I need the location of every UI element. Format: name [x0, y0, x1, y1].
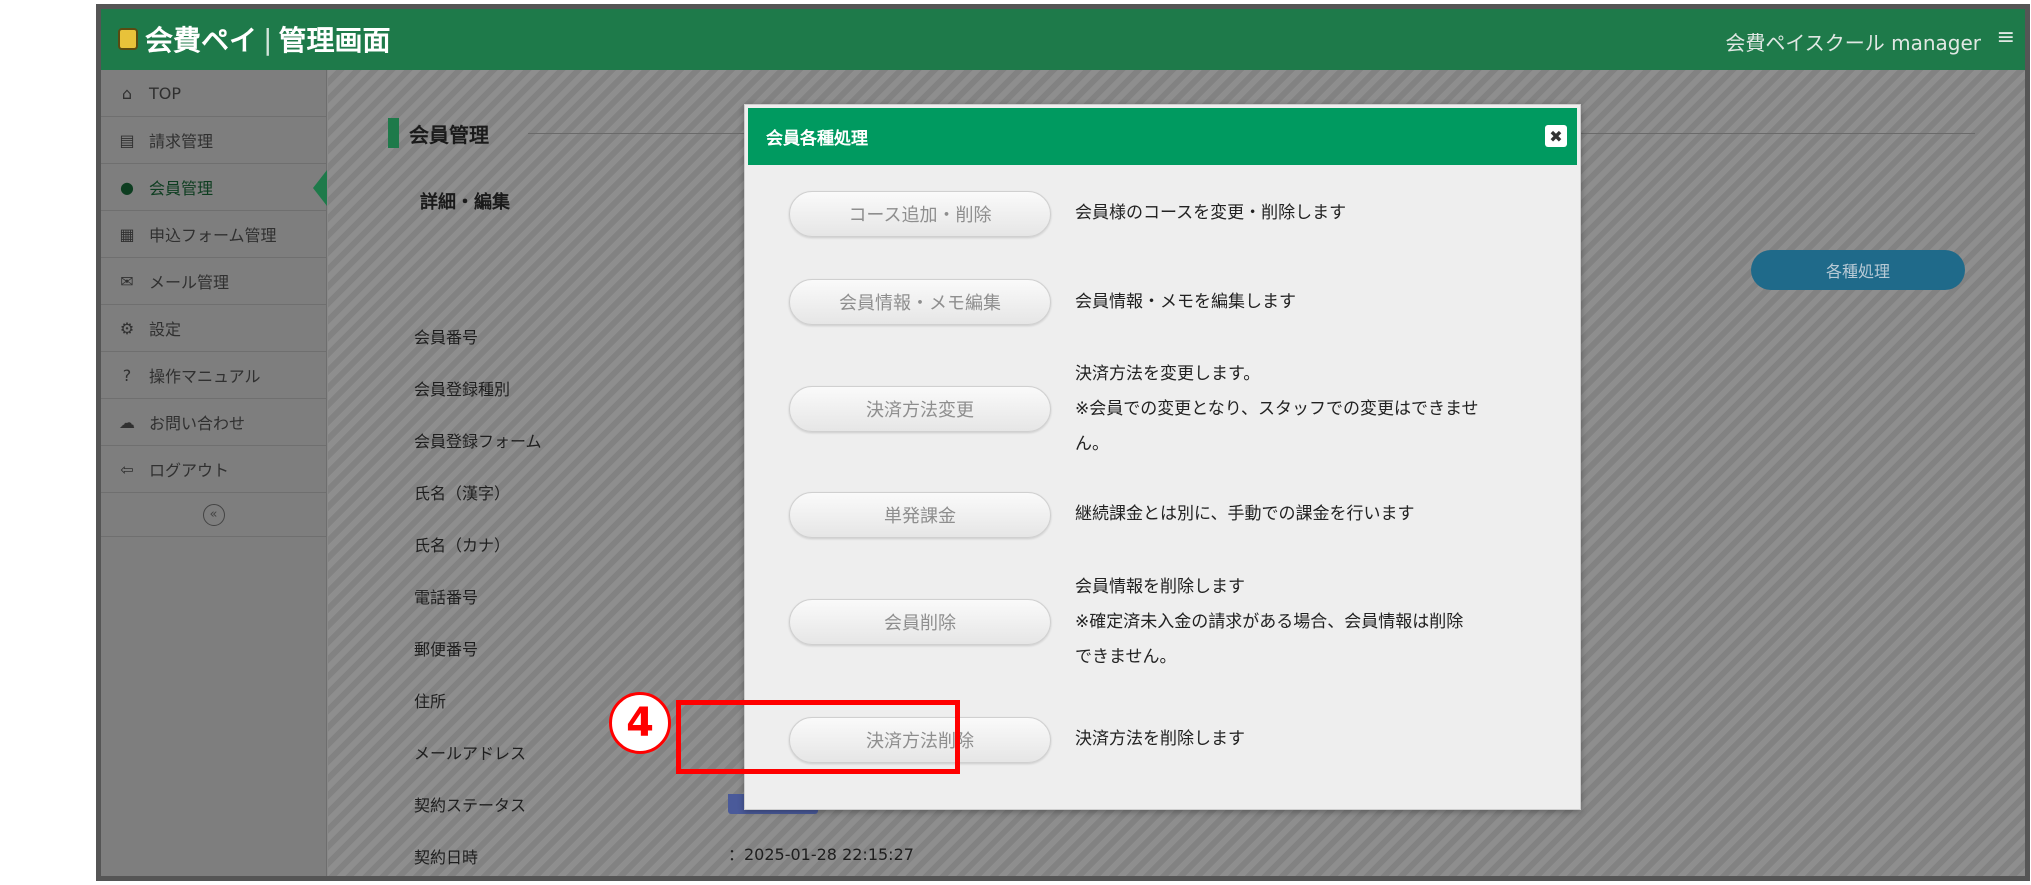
modal-title: 会員各種処理 [766, 129, 868, 149]
mascot-icon [115, 24, 141, 54]
app-logo[interactable]: 会費ペイ | 管理画面 [115, 19, 390, 59]
logo-section: 管理画面 [278, 24, 391, 57]
field-label: 会員登録フォーム [414, 432, 542, 451]
top-header: 会費ペイ | 管理画面 会費ペイスクール manager ≡ [101, 9, 2025, 70]
user-icon: ● [120, 177, 134, 197]
page-title-text: 会員管理 [409, 122, 489, 147]
sidebar-item-top[interactable]: ⌂ TOP [101, 70, 326, 117]
field-label: 会員登録種別 [414, 380, 511, 399]
modal-header: 会員各種処理 ✖ [748, 108, 1577, 165]
user-menu[interactable]: 会費ペイスクール manager [1725, 27, 1981, 56]
field-label: 電話番号 [414, 588, 479, 607]
sidebar-item-forms[interactable]: ▦ 申込フォーム管理 [101, 211, 326, 258]
sidebar-item-contact[interactable]: ☁ お問い合わせ [101, 399, 326, 446]
logo-brand: 会費ペイ [145, 24, 258, 57]
action-description: 決済方法を変更します。 ※会員での変更となり、スタッフでの変更はできませ ん。 [1075, 364, 1479, 454]
gears-icon: ⚙ [119, 318, 135, 338]
field-label: 会員番号 [414, 328, 479, 347]
collapse-chevron-icon[interactable]: « [202, 503, 225, 526]
course-edit-button[interactable]: コース追加・削除 [789, 191, 1051, 237]
question-circle-icon: ? [122, 365, 132, 385]
field-label: 氏名（漢字） [414, 484, 511, 503]
action-description: 会員様のコースを変更・削除します [1075, 203, 1347, 223]
sidebar-item-billing[interactable]: ▤ 請求管理 [101, 117, 326, 164]
sidebar-item-label: 請求管理 [149, 132, 214, 151]
sidebar-item-label: ログアウト [149, 461, 230, 480]
home-icon: ⌂ [121, 83, 133, 103]
sidebar-collapse: « [101, 493, 326, 537]
action-description: 継続課金とは別に、手動での課金を行います [1075, 504, 1415, 524]
sidebar-item-logout[interactable]: ⇦ ログアウト [101, 446, 326, 493]
sidebar-item-members[interactable]: ● 会員管理 [101, 164, 327, 211]
list-icon: ▦ [119, 224, 135, 244]
payment-method-change-button[interactable]: 決済方法変更 [789, 386, 1051, 432]
logo-separator: | [263, 22, 273, 56]
sidebar-item-label: 設定 [149, 320, 182, 339]
title-accent-bar [388, 118, 399, 148]
action-description: 会員情報・メモを編集します [1075, 292, 1296, 312]
sidebar-item-label: TOP [149, 83, 182, 103]
action-description: 会員情報を削除します ※確定済未入金の請求がある場合、会員情報は削除 できません… [1075, 577, 1464, 667]
single-charge-button[interactable]: 単発課金 [789, 492, 1051, 538]
contract-date-value: ：2025-01-28 22:15:27 [728, 845, 914, 864]
envelope-icon: ✉ [120, 271, 134, 291]
field-label: 郵便番号 [414, 640, 479, 659]
sidebar-item-label: 会員管理 [149, 179, 214, 198]
sub-title: 詳細・編集 [420, 192, 510, 213]
logout-icon: ⇦ [120, 459, 134, 479]
field-label: 氏名（カナ） [414, 536, 511, 555]
page-title: 会員管理 [388, 118, 489, 148]
chat-bubble-icon: ☁ [119, 412, 135, 432]
field-label: 契約ステータス [414, 796, 527, 815]
screenshot-frame: 会費ペイ | 管理画面 会費ペイスクール manager ≡ ⌂ TOP ▤ 請… [96, 4, 2030, 881]
close-icon[interactable]: ✖ [1545, 125, 1567, 147]
sidebar-item-label: お問い合わせ [149, 414, 246, 433]
field-label: 契約日時 [414, 848, 479, 867]
action-description: 決済方法を削除します [1075, 729, 1245, 749]
various-actions-button[interactable]: 各種処理 [1751, 250, 1965, 290]
book-icon: ▤ [119, 130, 135, 150]
member-info-edit-button[interactable]: 会員情報・メモ編集 [789, 279, 1051, 325]
delete-member-button[interactable]: 会員削除 [789, 599, 1051, 645]
sidebar-item-label: 申込フォーム管理 [149, 226, 277, 245]
hamburger-menu-icon[interactable]: ≡ [1997, 25, 2015, 50]
sidebar-item-label: メール管理 [149, 273, 230, 292]
sidebar-item-label: 操作マニュアル [149, 367, 261, 386]
field-label: メールアドレス [414, 744, 527, 763]
sidebar: ⌂ TOP ▤ 請求管理 ● 会員管理 ▦ 申込フォーム管理 ✉ メール管理 ⚙… [101, 70, 327, 876]
highlight-box [676, 700, 960, 774]
step-number-marker: 4 [609, 692, 671, 754]
app-window: 会費ペイ | 管理画面 会費ペイスクール manager ≡ ⌂ TOP ▤ 請… [101, 9, 2025, 876]
sidebar-item-mail[interactable]: ✉ メール管理 [101, 258, 326, 305]
sidebar-item-manual[interactable]: ? 操作マニュアル [101, 352, 326, 399]
sidebar-item-settings[interactable]: ⚙ 設定 [101, 305, 326, 352]
field-label: 住所 [414, 692, 447, 711]
